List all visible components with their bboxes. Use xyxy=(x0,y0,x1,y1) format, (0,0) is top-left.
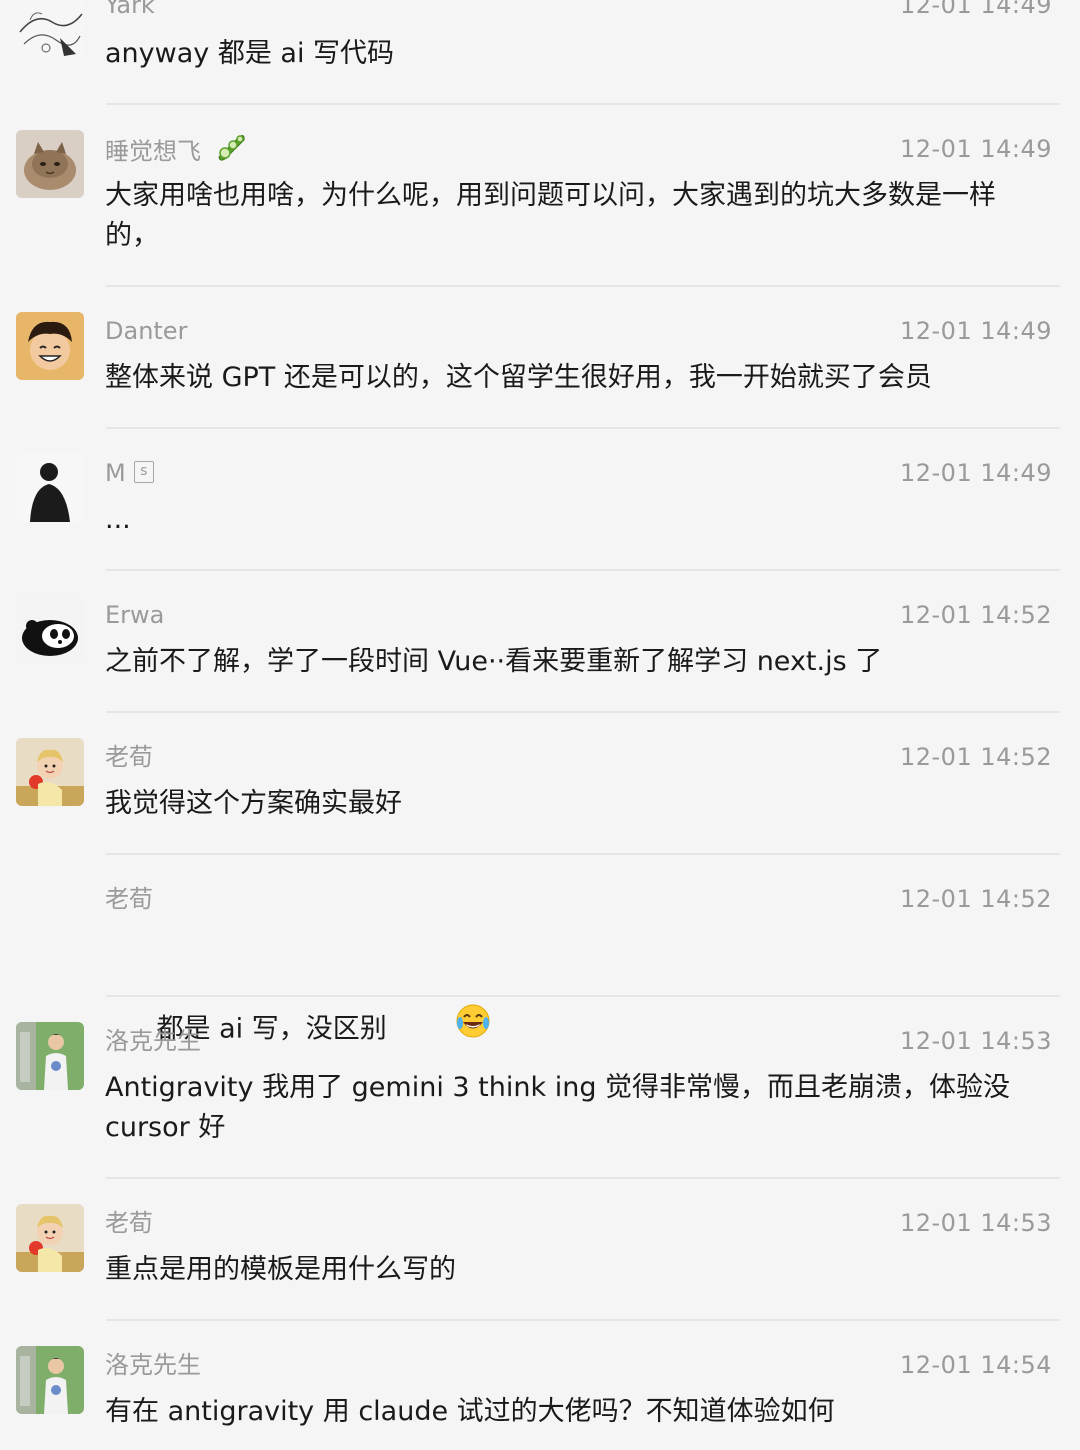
message-time: 12-01 14:52 xyxy=(899,601,1052,629)
message-item: 洛克先生 12-01 14:53 Antigravity 我用了 gemini … xyxy=(0,996,1080,1178)
sender-name[interactable]: 老荀 xyxy=(105,884,153,914)
sender-name[interactable]: 洛克先生 xyxy=(105,1026,201,1056)
sender-name[interactable]: Ms xyxy=(105,458,154,488)
message-item: Ms 12-01 14:49 ... xyxy=(0,428,1080,570)
message-time: 12-01 14:49 xyxy=(899,459,1052,487)
message-item: Yark 12-01 14:49 anyway 都是 ai 写代码 xyxy=(0,0,1080,104)
sender-name-text: 睡觉想飞 xyxy=(105,137,201,166)
message-time: 12-01 14:53 xyxy=(899,1209,1052,1237)
sender-name[interactable]: 睡觉想飞 xyxy=(105,134,247,171)
cat-avatar-icon xyxy=(16,130,84,198)
message-item: 洛克先生 12-01 14:54 有在 antigravity 用 claude… xyxy=(0,1320,1080,1450)
message-time: 12-01 14:52 xyxy=(899,743,1052,771)
sender-name[interactable]: Danter xyxy=(105,316,187,346)
anime-boy-avatar-icon xyxy=(16,312,84,380)
message-time: 12-01 14:53 xyxy=(899,1027,1052,1055)
sender-name[interactable]: 老荀 xyxy=(105,742,153,772)
silhouette-avatar-icon xyxy=(16,454,84,522)
avatar[interactable] xyxy=(16,1022,84,1090)
message-time: 12-01 14:52 xyxy=(899,885,1052,913)
message-item: 老荀 12-01 14:52 都是 ai 写，没区别 xyxy=(0,854,1080,1045)
message-text: 之前不了解，学了一段时间 Vue··看来要重新了解学习 next.js 了 xyxy=(105,646,883,677)
sender-name[interactable]: 洛克先生 xyxy=(105,1350,201,1380)
message-time: 12-01 14:54 xyxy=(899,1351,1052,1379)
avatar[interactable] xyxy=(16,1204,84,1272)
avatar[interactable] xyxy=(16,1346,84,1414)
message-text: 整体来说 GPT 还是可以的，这个留学生很好用，我一开始就买了会员 xyxy=(105,362,932,393)
message-text: Antigravity 我用了 gemini 3 think ing 觉得非常慢… xyxy=(105,1072,1019,1143)
message-text: 我觉得这个方案确实最好 xyxy=(105,788,402,819)
avatar[interactable] xyxy=(16,130,84,198)
avatar[interactable] xyxy=(16,596,84,664)
sender-name[interactable]: Yark xyxy=(105,0,155,20)
message-text: 有在 antigravity 用 claude 试过的大佬吗？不知道体验如何 xyxy=(105,1396,835,1427)
message-time: 12-01 14:49 xyxy=(899,135,1052,163)
message-time: 12-01 14:49 xyxy=(899,317,1052,345)
message-item: 老荀 12-01 14:53 重点是用的模板是用什么写的 xyxy=(0,1178,1080,1320)
avatar[interactable] xyxy=(16,454,84,522)
avatar[interactable] xyxy=(16,312,84,380)
man-outdoor-avatar-icon xyxy=(16,1346,84,1414)
sender-name[interactable]: Erwa xyxy=(105,600,164,630)
avatar[interactable] xyxy=(16,0,84,60)
message-item: 老荀 12-01 14:52 我觉得这个方案确实最好 xyxy=(0,712,1080,854)
avatar[interactable] xyxy=(16,738,84,806)
sender-badge: s xyxy=(133,461,154,483)
message-text: anyway 都是 ai 写代码 xyxy=(105,38,395,69)
panda-avatar-icon xyxy=(16,596,84,664)
chat-message-list[interactable]: Yark 12-01 14:49 anyway 都是 ai 写代码 睡觉想飞 1… xyxy=(0,0,1080,1450)
man-outdoor-avatar-icon xyxy=(16,1022,84,1090)
sketch-avatar-icon xyxy=(16,0,84,60)
message-text: ... xyxy=(105,504,131,535)
sender-name[interactable]: 老荀 xyxy=(105,1208,153,1238)
message-item: 睡觉想飞 12-01 14:49 大家用啥也用啥，为什么呢，用到问题可以问，大家… xyxy=(0,104,1080,286)
message-time: 12-01 14:49 xyxy=(899,0,1052,19)
cucumber-icon xyxy=(215,131,247,168)
sender-name-text: M xyxy=(105,459,126,487)
message-text: 大家用啥也用啥，为什么呢，用到问题可以问，大家遇到的坑大多数是一样的， xyxy=(105,180,996,251)
child-avatar-icon xyxy=(16,1204,84,1272)
child-avatar-icon xyxy=(16,738,84,806)
message-text: 重点是用的模板是用什么写的 xyxy=(105,1254,456,1285)
message-item: Erwa 12-01 14:52 之前不了解，学了一段时间 Vue··看来要重新… xyxy=(0,570,1080,712)
message-item: Danter 12-01 14:49 整体来说 GPT 还是可以的，这个留学生很… xyxy=(0,286,1080,428)
